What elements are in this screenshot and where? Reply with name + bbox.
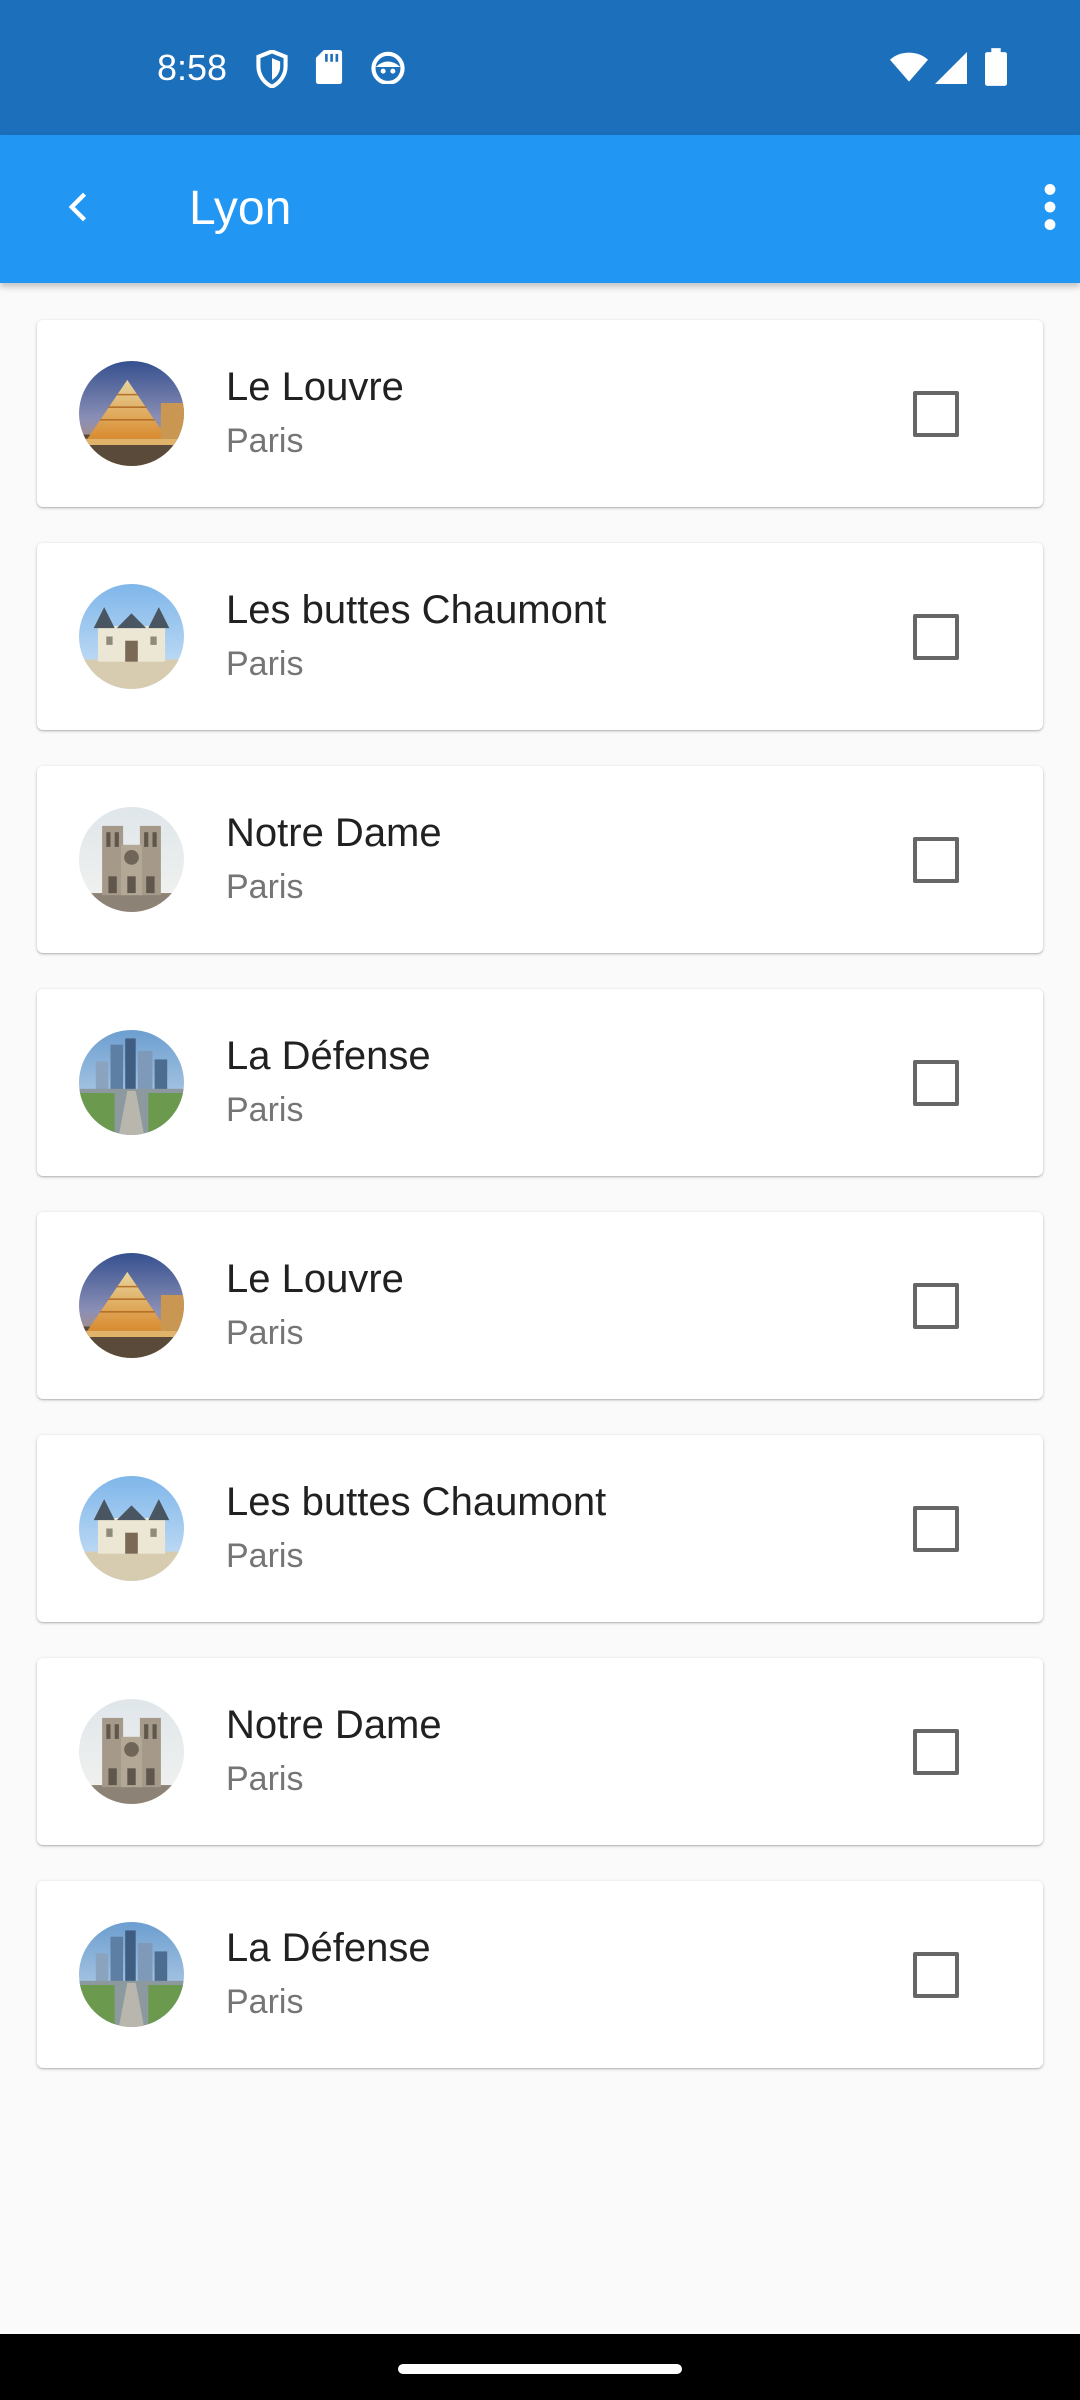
list-item[interactable]: La Défense Paris — [37, 989, 1043, 1176]
overflow-menu-button[interactable] — [1020, 171, 1080, 247]
list-item[interactable]: Le Louvre Paris — [37, 1212, 1043, 1399]
place-checkbox[interactable] — [913, 837, 959, 883]
more-vert-icon — [1043, 183, 1057, 235]
place-title: Les buttes Chaumont — [226, 1480, 607, 1524]
status-time: 8:58 — [157, 47, 228, 88]
place-checkbox[interactable] — [913, 1506, 959, 1552]
place-checkbox[interactable] — [913, 1060, 959, 1106]
list-item[interactable]: Notre Dame Paris — [37, 766, 1043, 953]
place-title: La Défense — [226, 1034, 431, 1078]
place-checkbox[interactable] — [913, 1952, 959, 1998]
chevron-left-icon — [63, 192, 93, 227]
place-title: Le Louvre — [226, 1257, 404, 1301]
place-image — [79, 1922, 184, 2027]
list-item[interactable]: Les buttes Chaumont Paris — [37, 543, 1043, 730]
back-button[interactable] — [40, 171, 116, 247]
place-city: Paris — [226, 645, 304, 683]
place-image — [79, 807, 184, 912]
place-checkbox[interactable] — [913, 614, 959, 660]
place-city: Paris — [226, 1537, 304, 1575]
place-image — [79, 1699, 184, 1804]
place-image — [79, 584, 184, 689]
place-city: Paris — [226, 1760, 304, 1798]
place-image — [79, 1030, 184, 1135]
android-icon — [370, 50, 406, 89]
place-checkbox[interactable] — [913, 1283, 959, 1329]
place-city: Paris — [226, 868, 304, 906]
place-city: Paris — [226, 1314, 304, 1352]
place-city: Paris — [226, 1983, 304, 2021]
page-title: Lyon — [189, 182, 292, 235]
app-bar: Lyon — [0, 135, 1080, 283]
place-checkbox[interactable] — [913, 391, 959, 437]
place-image — [79, 1476, 184, 1581]
battery-icon — [985, 48, 1007, 91]
list-item[interactable]: La Défense Paris — [37, 1881, 1043, 2068]
place-image — [79, 361, 184, 466]
place-title: Le Louvre — [226, 365, 404, 409]
place-title: Notre Dame — [226, 811, 442, 855]
place-title: La Défense — [226, 1926, 431, 1970]
home-gesture-handle[interactable] — [398, 2364, 682, 2374]
place-title: Les buttes Chaumont — [226, 588, 607, 632]
list-item[interactable]: Notre Dame Paris — [37, 1658, 1043, 1845]
list-item[interactable]: Le Louvre Paris — [37, 320, 1043, 507]
wifi-icon — [890, 52, 928, 87]
place-image — [79, 1253, 184, 1358]
signal-icon — [935, 52, 967, 89]
place-title: Notre Dame — [226, 1703, 442, 1747]
shield-icon — [255, 49, 289, 93]
place-checkbox[interactable] — [913, 1729, 959, 1775]
list-item[interactable]: Les buttes Chaumont Paris — [37, 1435, 1043, 1622]
status-bar: 8:58 — [0, 0, 1080, 135]
sd-card-icon — [315, 50, 343, 89]
place-city: Paris — [226, 1091, 304, 1129]
place-city: Paris — [226, 422, 304, 460]
